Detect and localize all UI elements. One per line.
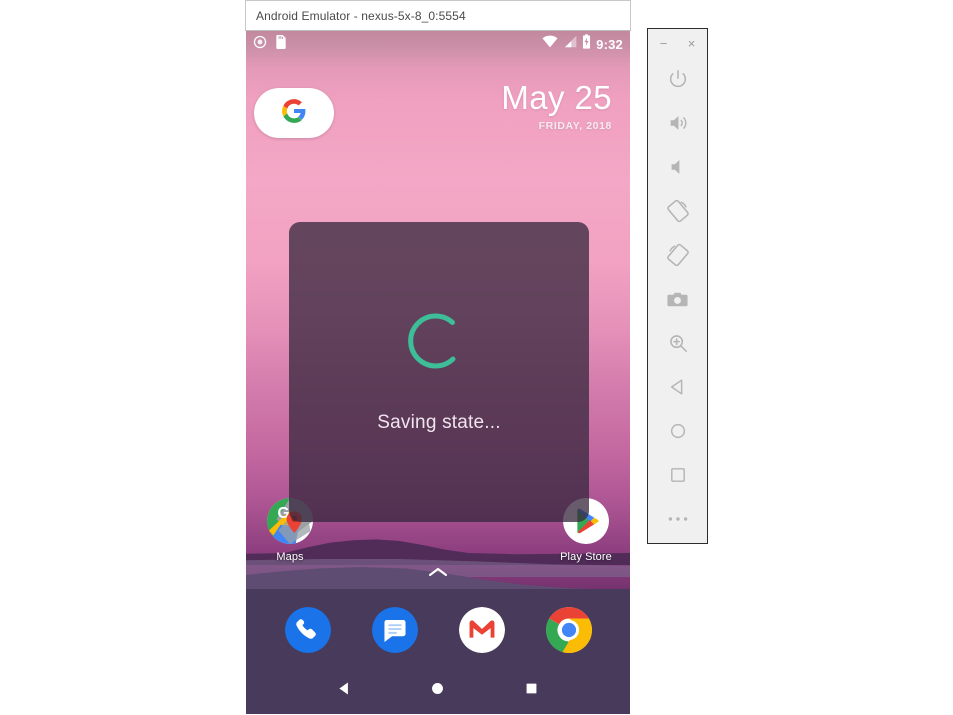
dock-app-gmail[interactable] — [458, 607, 505, 653]
rotate-left-button[interactable] — [656, 189, 700, 233]
home-app-label: Maps — [276, 551, 304, 563]
google-search-widget[interactable] — [254, 88, 334, 138]
overview-button[interactable] — [656, 453, 700, 497]
date-widget-date: May 25 — [501, 79, 612, 116]
date-widget-subtitle: FRIDAY, 2018 — [538, 120, 612, 132]
rotate-right-button[interactable] — [656, 233, 700, 277]
zoom-button[interactable] — [656, 321, 700, 365]
phone-screen[interactable]: 9:32 May 25 FRIDAY, 2018 G Maps Play Sto… — [246, 31, 630, 714]
screen-record-icon — [253, 35, 267, 54]
status-bar-right-icons: 9:32 — [542, 34, 623, 54]
screenshot-root: Android Emulator - nexus-5x-8_0:5554 9:3… — [0, 0, 953, 715]
android-navigation-bar — [246, 662, 630, 714]
volume-down-button[interactable] — [656, 145, 700, 189]
android-emulator-window: Android Emulator - nexus-5x-8_0:5554 9:3… — [245, 0, 631, 715]
toolbar-window-buttons: − × — [648, 29, 707, 57]
back-triangle-icon[interactable] — [334, 677, 356, 699]
saving-state-message: Saving state... — [377, 412, 501, 433]
status-bar: 9:32 — [246, 31, 630, 57]
emulator-title-bar[interactable]: Android Emulator - nexus-5x-8_0:5554 — [245, 0, 631, 31]
loading-spinner — [408, 310, 470, 372]
home-circle-icon[interactable] — [427, 677, 449, 699]
cellular-signal-icon — [563, 35, 577, 53]
saving-state-overlay: Saving state... — [289, 222, 589, 522]
app-drawer-chevron[interactable] — [427, 565, 449, 577]
minimize-button[interactable]: − — [657, 36, 671, 50]
sd-card-icon — [275, 34, 287, 54]
google-g-icon — [281, 98, 307, 129]
status-bar-left-icons — [253, 34, 287, 54]
home-app-label: Play Store — [560, 551, 612, 563]
dock-app-phone[interactable] — [284, 607, 331, 653]
screenshot-button[interactable] — [656, 277, 700, 321]
volume-up-button[interactable] — [656, 101, 700, 145]
date-widget[interactable]: May 25 FRIDAY, 2018 — [501, 79, 612, 132]
dock — [246, 601, 630, 659]
dock-app-messages[interactable] — [371, 607, 418, 653]
more-button[interactable] — [656, 497, 700, 541]
status-bar-clock: 9:32 — [596, 36, 623, 52]
wifi-icon — [542, 35, 558, 53]
back-button[interactable] — [656, 365, 700, 409]
close-button[interactable]: × — [685, 36, 699, 50]
emulator-title-text: Android Emulator - nexus-5x-8_0:5554 — [256, 8, 466, 23]
recents-square-icon[interactable] — [520, 677, 542, 699]
dock-app-chrome[interactable] — [545, 607, 592, 653]
power-button[interactable] — [656, 57, 700, 101]
emulator-side-toolbar: − × — [647, 28, 708, 544]
home-button[interactable] — [656, 409, 700, 453]
battery-charging-icon — [582, 34, 591, 54]
